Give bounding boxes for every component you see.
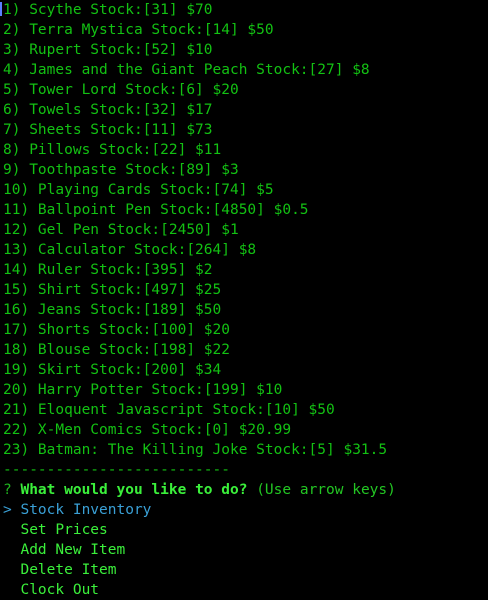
separator-line: --------------------------	[3, 462, 230, 478]
inventory-line-8: 8) Pillows Stock:[22] $11	[3, 142, 222, 158]
inventory-line-11: 11) Ballpoint Pen Stock:[4850] $0.5	[3, 202, 309, 218]
menu-choice-clock-out[interactable]: Clock Out	[0, 580, 488, 600]
inventory-line-16: 16) Jeans Stock:[189] $50	[3, 302, 222, 318]
inventory-line-3: 3) Rupert Stock:[52] $10	[3, 42, 213, 58]
menu-choice-label: Set Prices	[20, 522, 108, 538]
inventory-line-19: 19) Skirt Stock:[200] $34	[3, 362, 222, 378]
inventory-line-12: 12) Gel Pen Stock:[2450] $1	[3, 222, 239, 238]
inventory-line-15: 15) Shirt Stock:[497] $25	[3, 282, 222, 298]
menu-choice-label: Delete Item	[20, 562, 117, 578]
menu-choice-set-prices[interactable]: Set Prices	[0, 520, 488, 540]
inventory-line-1: 1) Scythe Stock:[31] $70	[3, 2, 213, 18]
inventory-line-4: 4) James and the Giant Peach Stock:[27] …	[3, 62, 370, 78]
inventory-line-18: 18) Blouse Stock:[198] $22	[3, 342, 230, 358]
menu-choice-add-new-item[interactable]: Add New Item	[0, 540, 488, 560]
inventory-line-20: 20) Harry Potter Stock:[199] $10	[3, 382, 283, 398]
inventory-line-2: 2) Terra Mystica Stock:[14] $50	[3, 22, 274, 38]
menu-choice-label: Stock Inventory	[20, 502, 152, 518]
inventory-line-21: 21) Eloquent Javascript Stock:[10] $50	[3, 402, 335, 418]
menu-choice-stock-inventory[interactable]: > Stock Inventory	[0, 500, 488, 520]
selection-pointer-icon: >	[3, 502, 12, 518]
inventory-line-22: 22) X-Men Comics Stock:[0] $20.99	[3, 422, 292, 438]
menu-prompt: ? What would you like to do? (Use arrow …	[0, 480, 488, 500]
terminal-window[interactable]: 1) Scythe Stock:[31] $70 2) Terra Mystic…	[0, 0, 488, 599]
inventory-line-23: 23) Batman: The Killing Joke Stock:[5] $…	[3, 442, 388, 458]
menu-choice-label: Add New Item	[20, 542, 126, 558]
inventory-line-9: 9) Toothpaste Stock:[89] $3	[3, 162, 239, 178]
question-mark-icon: ?	[3, 482, 12, 498]
prompt-question: What would you like to do?	[20, 482, 248, 498]
menu-choice-delete-item[interactable]: Delete Item	[0, 560, 488, 580]
inventory-line-10: 10) Playing Cards Stock:[74] $5	[3, 182, 274, 198]
inventory-line-13: 13) Calculator Stock:[264] $8	[3, 242, 257, 258]
inventory-line-5: 5) Tower Lord Stock:[6] $20	[3, 82, 239, 98]
inventory-line-7: 7) Sheets Stock:[11] $73	[3, 122, 213, 138]
text-cursor	[0, 2, 2, 16]
inventory-line-14: 14) Ruler Stock:[395] $2	[3, 262, 213, 278]
inventory-line-17: 17) Shorts Stock:[100] $20	[3, 322, 230, 338]
menu-choice-label: Clock Out	[20, 582, 100, 598]
prompt-hint: (Use arrow keys)	[256, 482, 396, 498]
inventory-line-6: 6) Towels Stock:[32] $17	[3, 102, 213, 118]
